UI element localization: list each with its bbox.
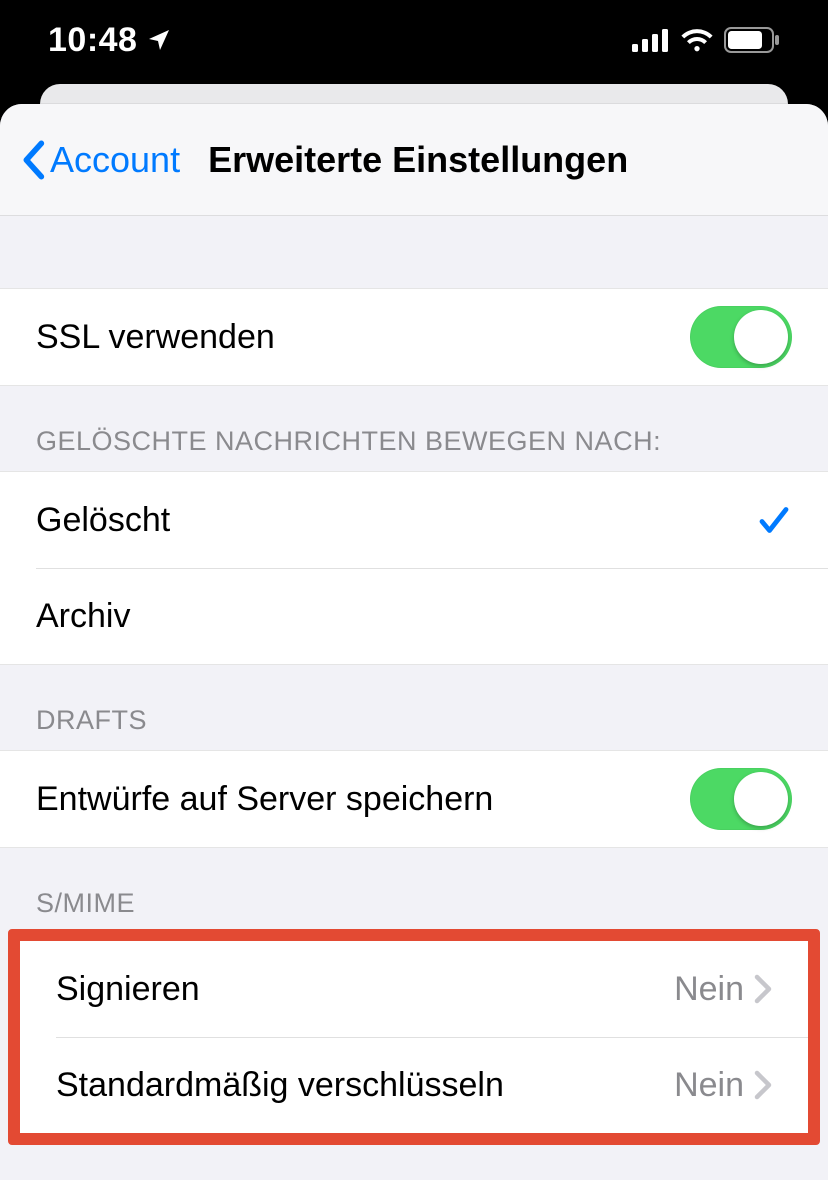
group-smime: Signieren Nein Standardmäßig verschlüsse… bbox=[20, 941, 808, 1133]
header-deleted: GELÖSCHTE NACHRICHTEN BEWEGEN NACH: bbox=[0, 386, 828, 471]
back-label: Account bbox=[50, 139, 180, 181]
row-drafts[interactable]: Entwürfe auf Server speichern bbox=[0, 751, 828, 847]
toggle-ssl[interactable] bbox=[690, 306, 792, 368]
row-smime-sign-label: Signieren bbox=[56, 970, 674, 1009]
row-smime-sign[interactable]: Signieren Nein bbox=[20, 941, 808, 1037]
location-icon bbox=[147, 28, 171, 52]
status-bar: 10:48 bbox=[0, 0, 828, 80]
device-frame: 10:48 Account bbox=[0, 0, 828, 1180]
row-drafts-label: Entwürfe auf Server speichern bbox=[36, 780, 690, 819]
navigation-bar: Account Erweiterte Einstellungen bbox=[0, 104, 828, 216]
group-deleted: Gelöscht Archiv bbox=[0, 471, 828, 665]
row-deleted-option-1[interactable]: Archiv bbox=[0, 568, 828, 664]
row-smime-encrypt[interactable]: Standardmäßig verschlüsseln Nein bbox=[20, 1037, 808, 1133]
annotation-highlight: Signieren Nein Standardmäßig verschlüsse… bbox=[8, 929, 820, 1145]
group-ssl: SSL verwenden bbox=[0, 288, 828, 386]
wifi-icon bbox=[680, 28, 714, 52]
back-button[interactable]: Account bbox=[20, 139, 180, 181]
chevron-right-icon bbox=[754, 974, 772, 1004]
status-time: 10:48 bbox=[48, 21, 137, 60]
row-smime-encrypt-value: Nein bbox=[674, 1066, 744, 1105]
checkmark-icon bbox=[756, 502, 792, 538]
toggle-drafts[interactable] bbox=[690, 768, 792, 830]
header-drafts: DRAFTS bbox=[0, 665, 828, 750]
settings-sheet: Account Erweiterte Einstellungen SSL ver… bbox=[0, 104, 828, 1180]
row-ssl-label: SSL verwenden bbox=[36, 318, 690, 357]
row-deleted-option-1-label: Archiv bbox=[36, 597, 792, 636]
chevron-left-icon bbox=[20, 140, 46, 180]
row-smime-sign-value: Nein bbox=[674, 970, 744, 1009]
row-deleted-option-0[interactable]: Gelöscht bbox=[0, 472, 828, 568]
row-deleted-option-0-label: Gelöscht bbox=[36, 501, 756, 540]
row-smime-encrypt-label: Standardmäßig verschlüsseln bbox=[56, 1066, 674, 1105]
cellular-icon bbox=[632, 28, 670, 52]
header-smime: S/MIME bbox=[0, 848, 828, 933]
chevron-right-icon bbox=[754, 1070, 772, 1100]
battery-icon bbox=[724, 27, 780, 53]
group-drafts: Entwürfe auf Server speichern bbox=[0, 750, 828, 848]
page-title: Erweiterte Einstellungen bbox=[180, 139, 808, 181]
row-ssl[interactable]: SSL verwenden bbox=[0, 289, 828, 385]
